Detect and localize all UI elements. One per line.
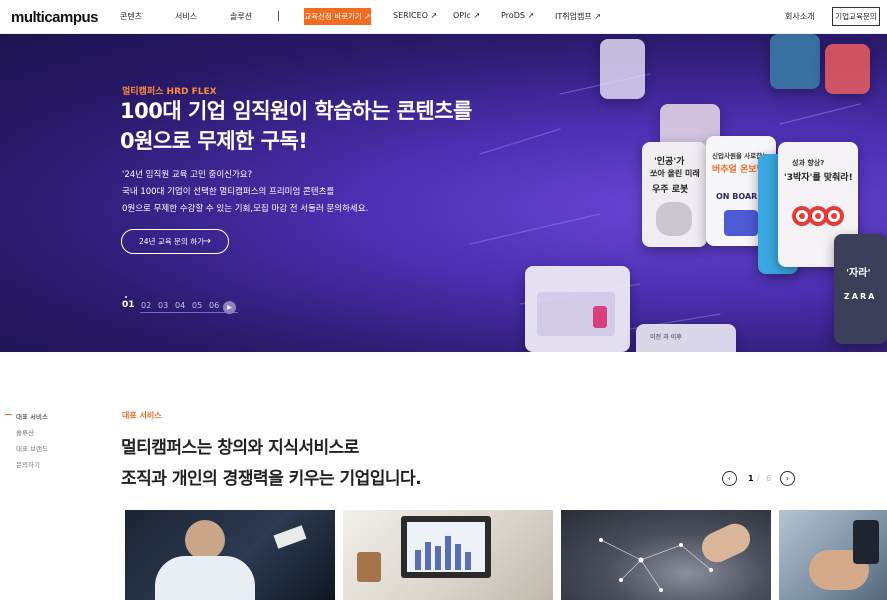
card-robot-line1: '인공'가 [654,157,685,167]
card-robot-line3: 우주 로봇 [652,185,689,195]
slide-current: 1 [748,474,754,483]
content-card-robot[interactable]: '인공'가 쏘아 올린 미래 우주 로봇 [642,142,707,247]
pager-01[interactable]: 01 [122,300,135,310]
nav-divider [278,11,279,21]
logo[interactable]: multicampus [11,9,99,26]
bar-chart-icon [415,536,471,570]
person-shirt-image [155,556,255,600]
content-card-bottom: 이전 과 이후 [636,324,736,352]
section-slider-nav: ‹ 1 / 6 › [722,471,797,487]
hero-title: 100대 기업 임직원이 학습하는 콘텐츠를 0원으로 무제한 구독! [120,96,472,156]
card-zara-line2: ZARA [844,292,877,301]
hero-banner: 멀티캠퍼스 HRD FLEX 100대 기업 임직원이 학습하는 콘텐츠를 0원… [0,34,887,352]
site-header: multicampus 콘텐츠 서비스 솔루션 교육신청 바로가기 ↗ SERI… [0,0,887,34]
next-button[interactable]: › [780,471,795,486]
section-kicker: 대표 서비스 [122,411,162,420]
hero-inquiry-button[interactable]: 24년 교육 문의 하기 → [121,229,229,254]
slide-total: 6 [766,474,772,483]
hero-title-line2: 0원으로 무제한 구독! [120,129,308,153]
edu-apply-button[interactable]: 교육신청 바로가기 ↗ [304,8,371,25]
card-robot-line2: 쏘아 올린 미래 [650,169,700,178]
pager-02[interactable]: 02 [141,301,151,310]
onboarding-image-icon [724,210,758,236]
side-item-inquiry[interactable]: 문의하기 [16,459,40,469]
content-card-illustration[interactable] [525,266,630,352]
side-item-service[interactable]: 대표 서비스 [16,411,48,421]
content-card-bg1 [600,39,645,99]
active-dot-icon [125,296,127,298]
hero-button-label: 24년 교육 문의 하기 [139,237,204,246]
phone-image [853,520,879,564]
hero-desc-line2: 국내 100대 기업이 선택한 멀티캠퍼스의 프리미엄 콘텐츠를 [122,187,335,197]
card-onboard-line2: 버추얼 온보딩 [712,165,765,175]
arrow-right-icon: → [202,236,211,247]
nav-about[interactable]: 회사소개 [785,11,814,22]
nav-service[interactable]: 서비스 [175,11,197,22]
card-bottom-text: 이전 과 이후 [650,334,682,341]
hero-desc-line1: '24년 임직원 교육 고민 중이신가요? [122,170,253,180]
desk-lamp-image [273,525,307,549]
service-card-4[interactable] [779,510,887,600]
content-card-bg3 [825,44,870,94]
pager-05[interactable]: 05 [192,301,202,310]
pager-03[interactable]: 03 [158,301,168,310]
content-card-bg2 [770,34,820,89]
pager-progress [140,312,238,313]
nav-prods[interactable]: ProDS ↗ [501,11,534,20]
section-title-line2: 조직과 개인의 경쟁력을 키우는 기업입니다. [121,469,422,489]
service-card-3[interactable] [561,510,771,600]
section-title-line1: 멀티캠퍼스는 창의와 지식서비스로 [121,438,359,458]
play-icon[interactable]: ▶ [223,301,236,314]
target-icon [792,206,844,226]
section-title: 멀티캠퍼스는 창의와 지식서비스로 조직과 개인의 경쟁력을 키우는 기업입니다… [121,433,422,495]
card-zara-line1: '자라' [846,268,871,279]
card-perf-line1: 성과 향상? [792,159,825,167]
nav-opic[interactable]: OPIc ↗ [453,11,480,20]
side-active-line [5,414,12,415]
person-head-image [185,520,225,560]
prev-button[interactable]: ‹ [722,471,737,486]
hero-title-line1: 100대 기업 임직원이 학습하는 콘텐츠를 [120,99,472,123]
pager-04[interactable]: 04 [175,301,185,310]
service-card-2[interactable] [343,510,553,600]
card-perf-line2: '3박자'를 맞춰라! [784,173,853,183]
content-card-zara[interactable]: '자라' ZARA [834,234,887,344]
service-card-1[interactable] [125,510,335,600]
robot-image-icon [656,202,692,236]
nav-seriCEO[interactable]: SERICEO ↗ [393,11,437,20]
hero-description: '24년 임직원 교육 고민 중이신가요? 국내 100대 기업이 선택한 멀티… [122,167,368,218]
nav-content[interactable]: 콘텐츠 [120,11,142,22]
inquiry-button[interactable]: 기업교육문의 [832,7,880,26]
side-item-solution[interactable]: 솔루션 [16,427,34,437]
hero-desc-line3: 0원으로 무제한 수강할 수 있는 기회,모집 마감 전 서둘러 문의하세요. [122,204,369,214]
pager-06[interactable]: 06 [209,301,219,310]
coffee-cup-image [357,552,381,582]
side-item-brand[interactable]: 대표 브랜드 [16,443,48,453]
figure-icon [593,306,607,328]
nav-solution[interactable]: 솔루션 [230,11,252,22]
nav-it-camp[interactable]: IT취업캠프 ↗ [555,11,601,22]
slide-separator: / [757,474,760,483]
